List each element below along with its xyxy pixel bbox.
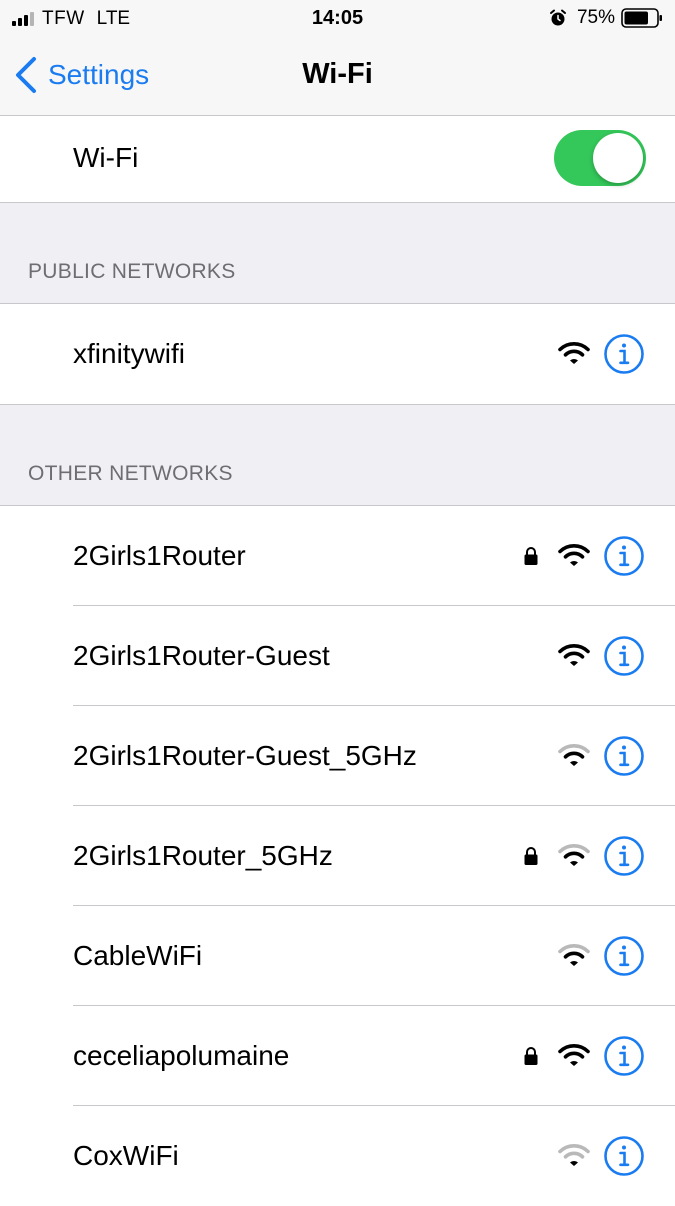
status-right: 75% [549,7,663,29]
page-title: Wi-Fi [302,58,373,90]
network-name: ceceliapolumaine [73,1040,290,1071]
wifi-toggle-switch[interactable] [554,130,646,186]
network-row[interactable]: CoxWiFi [0,1106,675,1206]
network-row[interactable]: 2Girls1Router_5GHz [0,806,675,906]
alarm-icon [549,9,566,26]
public-networks-header: PUBLIC NETWORKS [28,260,236,283]
wifi-icon [558,844,590,866]
battery-icon [621,8,662,28]
wifi-icon [558,1144,590,1166]
wifi-icon [558,1044,590,1066]
info-button[interactable] [603,1135,645,1177]
info-button[interactable] [603,935,645,977]
network-row[interactable]: 2Girls1Router-Guest_5GHz [0,706,675,806]
network-name: CableWiFi [73,940,203,971]
lock-icon [524,847,538,865]
other-networks-list: 2Girls1Router 2Girls1Router-Guest 2Girls1R… [0,505,675,1206]
info-button[interactable] [603,735,645,777]
network-name: 2Girls1Router_5GHz [73,840,333,871]
network-name: 2Girls1Router [73,540,246,571]
network-row[interactable]: 2Girls1Router-Guest [0,606,675,706]
info-button[interactable] [603,535,645,577]
status-bar: TFW LTE 14:05 75% [0,0,675,36]
network-name: xfinitywifi [73,338,186,369]
network-row[interactable]: xfinitywifi [0,304,675,404]
wifi-toggle-label: Wi-Fi [73,142,139,173]
network-row[interactable]: ceceliapolumaine [0,1006,675,1106]
network-name: CoxWiFi [73,1140,179,1171]
info-button[interactable] [603,835,645,877]
wifi-icon [558,944,590,966]
wifi-icon [558,744,590,766]
wifi-icon [558,644,590,666]
navigation-bar: Settings Wi-Fi [0,36,675,116]
other-networks-header: OTHER NETWORKS [28,462,233,485]
info-button[interactable] [603,1035,645,1077]
wifi-icon [558,544,590,566]
info-button[interactable] [603,333,645,375]
public-networks-list: xfinitywifi [0,303,675,405]
lock-icon [524,1047,538,1065]
network-row[interactable]: 2Girls1Router [0,506,675,606]
network-row[interactable]: CableWiFi [0,906,675,1006]
network-name: 2Girls1Router-Guest_5GHz [73,740,417,771]
wifi-toggle-row: Wi-Fi [0,116,675,203]
info-button[interactable] [603,635,645,677]
toggle-knob [593,133,643,183]
lock-icon [524,547,538,565]
wifi-icon [558,342,590,364]
network-name: 2Girls1Router-Guest [73,640,330,671]
battery-percentage: 75% [576,7,615,28]
